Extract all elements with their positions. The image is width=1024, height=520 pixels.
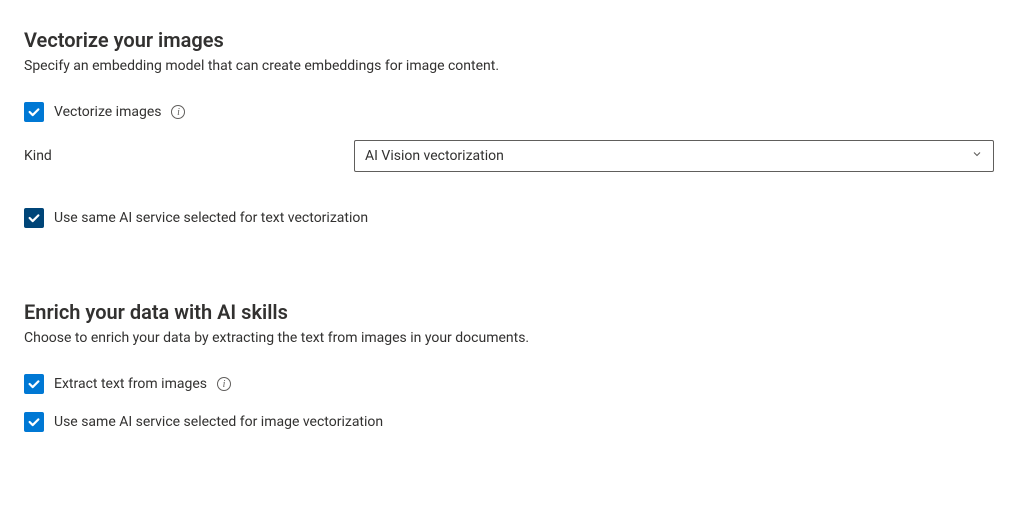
- same-text-service-checkbox[interactable]: [24, 208, 44, 228]
- vectorize-images-section: Vectorize your images Specify an embeddi…: [24, 28, 1000, 228]
- enrich-data-desc: Choose to enrich your data by extracting…: [24, 330, 1000, 346]
- same-image-service-checkbox[interactable]: [24, 412, 44, 432]
- kind-field-row: Kind AI Vision vectorization: [24, 140, 1000, 172]
- enrich-data-section: Enrich your data with AI skills Choose t…: [24, 300, 1000, 432]
- info-icon[interactable]: i: [217, 377, 231, 391]
- vectorize-images-title: Vectorize your images: [24, 28, 1000, 52]
- same-image-service-row: Use same AI service selected for image v…: [24, 412, 1000, 432]
- kind-select[interactable]: AI Vision vectorization: [354, 140, 994, 172]
- vectorize-images-checkbox[interactable]: [24, 102, 44, 122]
- vectorize-images-checkbox-label: Vectorize images: [54, 104, 161, 120]
- kind-select-value: AI Vision vectorization: [365, 148, 504, 164]
- chevron-down-icon: [971, 148, 983, 164]
- vectorize-images-checkbox-row: Vectorize images i: [24, 102, 1000, 122]
- enrich-data-title: Enrich your data with AI skills: [24, 300, 1000, 324]
- extract-text-checkbox[interactable]: [24, 374, 44, 394]
- same-text-service-label: Use same AI service selected for text ve…: [54, 210, 368, 226]
- same-image-service-label: Use same AI service selected for image v…: [54, 414, 383, 430]
- info-icon[interactable]: i: [171, 105, 185, 119]
- same-text-service-row: Use same AI service selected for text ve…: [24, 208, 1000, 228]
- extract-text-row: Extract text from images i: [24, 374, 1000, 394]
- kind-label: Kind: [24, 148, 354, 164]
- extract-text-label: Extract text from images: [54, 376, 207, 392]
- vectorize-images-desc: Specify an embedding model that can crea…: [24, 58, 1000, 74]
